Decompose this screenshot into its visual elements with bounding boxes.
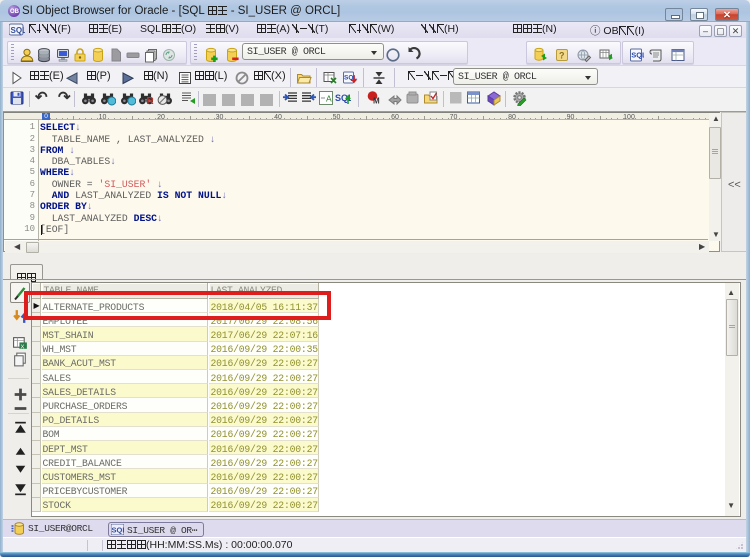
svg-text:SQL: SQL xyxy=(112,526,125,535)
svg-text:A: A xyxy=(326,94,332,104)
svg-text:R: R xyxy=(147,96,155,106)
svg-text:?: ? xyxy=(559,51,565,61)
svg-text:M: M xyxy=(373,97,380,106)
svg-text:SQL: SQL xyxy=(631,51,644,60)
svg-text:X: X xyxy=(21,344,25,350)
svg-text:SQL: SQL xyxy=(11,26,26,35)
